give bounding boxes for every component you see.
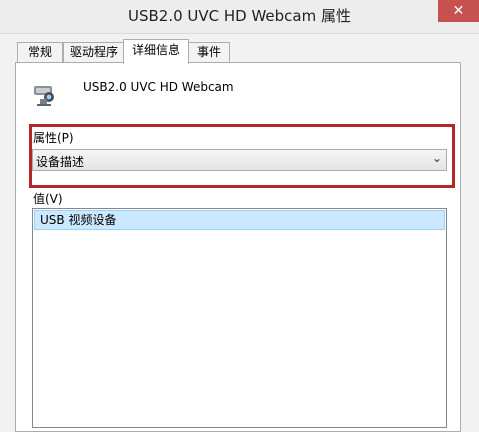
tab-label: 详细信息 — [131, 43, 180, 57]
chevron-down-icon: ⌄ — [431, 151, 442, 165]
close-icon: ✕ — [452, 3, 465, 19]
title-bar: USB2.0 UVC HD Webcam 属性 ✕ — [0, 0, 479, 34]
webcam-icon — [34, 86, 54, 106]
close-button[interactable]: ✕ — [438, 0, 479, 22]
tab-label: 事件 — [196, 45, 221, 59]
property-dropdown[interactable]: 设备描述 ⌄ — [32, 149, 447, 171]
tab-events[interactable]: 事件 — [188, 42, 230, 62]
value-listbox[interactable]: USB 视频设备 — [32, 208, 447, 428]
value-label: 值(V) — [33, 192, 63, 206]
tab-details[interactable]: 详细信息 — [123, 39, 189, 64]
tab-driver[interactable]: 驱动程序 — [63, 42, 125, 62]
list-item[interactable]: USB 视频设备 — [34, 210, 445, 230]
tab-label: 驱动程序 — [69, 45, 118, 59]
device-name: USB2.0 UVC HD Webcam — [83, 80, 234, 94]
window-title: USB2.0 UVC HD Webcam 属性 — [127, 7, 351, 25]
property-label: 属性(P) — [33, 131, 74, 145]
tab-label: 常规 — [27, 45, 52, 59]
tab-general[interactable]: 常规 — [17, 42, 63, 62]
property-selected-value: 设备描述 — [36, 155, 85, 169]
